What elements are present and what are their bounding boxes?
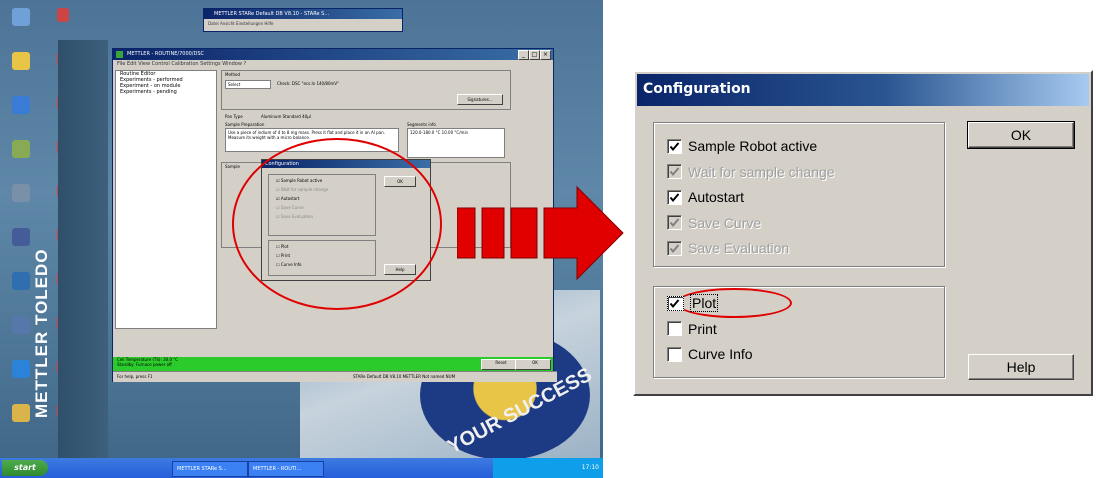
arrow-segment: [510, 207, 538, 259]
output-checkbox-print[interactable]: Print: [667, 321, 717, 337]
output-checkbox-plot[interactable]: Plot: [667, 294, 719, 312]
instrument-status: Cell Temperature (TS): 30.0 °C Standby: …: [113, 357, 553, 371]
taskbar-item[interactable]: METTLER - ROUTI...: [248, 461, 324, 477]
solution-center-glyph: [12, 184, 30, 202]
checkbox-box[interactable]: [667, 138, 682, 154]
help-button[interactable]: Help: [968, 354, 1074, 380]
stare-window-menu[interactable]: Datei Ansicht Einstellungen Hilfe: [204, 19, 402, 29]
ok-button[interactable]: OK: [967, 121, 1075, 149]
mt-director-glyph: [12, 272, 30, 290]
clock: 17:10: [581, 464, 599, 471]
stare-software-glyph: [12, 96, 30, 114]
mettler-toledo-brand: METTLER TOLEDO: [32, 248, 51, 418]
minimize-icon[interactable]: _: [518, 50, 529, 60]
folder-glyph: [12, 404, 30, 422]
printer-icon[interactable]: [6, 228, 36, 246]
checkbox-label: Print: [688, 320, 717, 337]
my-documents-glyph: [12, 52, 30, 70]
method-label: Method: [225, 72, 241, 77]
check-text: Check: DSC "ecs.In 140/80mV": [277, 81, 339, 86]
brand-panel: [58, 40, 108, 460]
checkbox-box: [667, 240, 682, 256]
tree-item[interactable]: Experiments - pending: [116, 89, 216, 95]
statusbar-info: STARe Default DB V8.10 METTLER Not named…: [353, 374, 456, 379]
highlight-ellipse-config: [232, 138, 442, 310]
maximize-icon[interactable]: □: [529, 50, 540, 60]
routine-window-title-text: METTLER - ROUTINE/7000/DSC: [127, 51, 205, 57]
sample-label: Sample: [225, 164, 240, 169]
internet-explorer-glyph: [12, 360, 30, 378]
checkbox-label: Autostart: [688, 189, 745, 205]
shortcut-icon[interactable]: [48, 8, 78, 22]
option-checkbox-wait-for-sample-change: Wait for sample change: [667, 164, 835, 180]
status-ok-button[interactable]: OK: [515, 359, 551, 370]
routine-menu-bar[interactable]: File Edit View Control Calibration Setti…: [113, 60, 553, 68]
checkbox-label: Plot: [690, 294, 719, 312]
app-statusbar: For help, press F1 STARe Default DB V8.1…: [113, 371, 557, 382]
java-web-start-glyph: [12, 316, 30, 334]
routine-window-title[interactable]: METTLER - ROUTINE/7000/DSC _ □ ×: [113, 49, 553, 60]
statusbar-help: For help, press F1: [117, 374, 153, 379]
arrow-head: [543, 185, 624, 281]
segments-text: 120.0-180.0 °C 10.00 °C/min: [410, 130, 469, 135]
checkbox-label: Wait for sample change: [688, 163, 835, 180]
system-tray: 17:10: [493, 458, 603, 478]
right-arrow-icon: [457, 185, 624, 281]
checkbox-label: Save Evaluation: [688, 240, 790, 256]
checkbox-box[interactable]: [667, 295, 684, 311]
segments-label: Segments info: [407, 122, 436, 127]
solution-center-icon[interactable]: [6, 184, 36, 202]
checkbox-box[interactable]: [667, 189, 682, 205]
method-select[interactable]: Select: [225, 80, 271, 89]
output-checkbox-curve-info[interactable]: Curve Info: [667, 346, 753, 362]
reset-button[interactable]: Reset: [481, 359, 517, 370]
option-checkbox-save-curve: Save Curve: [667, 215, 761, 231]
sample-prep-text: Use a piece of indium of 4 to 8 mg mass.…: [228, 130, 385, 140]
stare-main-window[interactable]: METTLER STARe Default DB V8.10 - STARe S…: [203, 8, 403, 32]
stare-software-icon[interactable]: [6, 96, 36, 114]
taskbar-item[interactable]: METTLER STARe S...: [172, 461, 248, 477]
checkbox-label: Sample Robot active: [688, 138, 818, 154]
my-computer-glyph: [12, 8, 30, 26]
stare-window-title[interactable]: METTLER STARe Default DB V8.10 - STARe S…: [204, 9, 402, 19]
arrow-segment: [457, 207, 476, 259]
recycle-bin-glyph: [12, 140, 30, 158]
option-checkbox-autostart[interactable]: Autostart: [667, 189, 744, 205]
arrow-segment: [481, 207, 505, 259]
checkbox-label: Save Curve: [688, 214, 762, 231]
method-select-value: Select: [228, 82, 241, 87]
checkbox-box: [667, 215, 682, 230]
checkbox-box: [667, 164, 682, 179]
recycle-bin-icon[interactable]: [6, 140, 36, 158]
pan-type-label: Pan Type: [225, 114, 243, 119]
option-checkbox-save-evaluation: Save Evaluation: [667, 240, 789, 256]
shortcut-glyph: [57, 8, 69, 22]
sample-prep-label: Sample Preparation: [225, 122, 265, 127]
taskbar: start METTLER STARe S... METTLER - ROUTI…: [0, 458, 603, 478]
dialog-title: Configuration: [643, 81, 751, 97]
my-documents-icon[interactable]: [6, 52, 36, 70]
checkbox-box[interactable]: [667, 321, 682, 336]
printer-glyph: [12, 228, 30, 246]
close-icon[interactable]: ×: [540, 50, 551, 60]
pan-type-value: Aluminum Standard 40µl: [261, 114, 311, 119]
start-button[interactable]: start: [2, 460, 48, 476]
routine-tree[interactable]: Routine Editor Experiments - performed E…: [115, 70, 217, 329]
signatures-button[interactable]: Signatures...: [457, 94, 503, 105]
option-checkbox-sample-robot-active[interactable]: Sample Robot active: [667, 138, 817, 154]
segments-box[interactable]: 120.0-180.0 °C 10.00 °C/min: [407, 128, 505, 158]
configuration-dialog[interactable]: Configuration OK Help Sample Robot activ…: [633, 70, 1093, 396]
checkbox-box[interactable]: [667, 346, 682, 362]
my-computer-icon[interactable]: [6, 8, 36, 26]
checkbox-label: Curve Info: [688, 346, 753, 362]
dialog-titlebar[interactable]: Configuration: [637, 74, 1089, 106]
